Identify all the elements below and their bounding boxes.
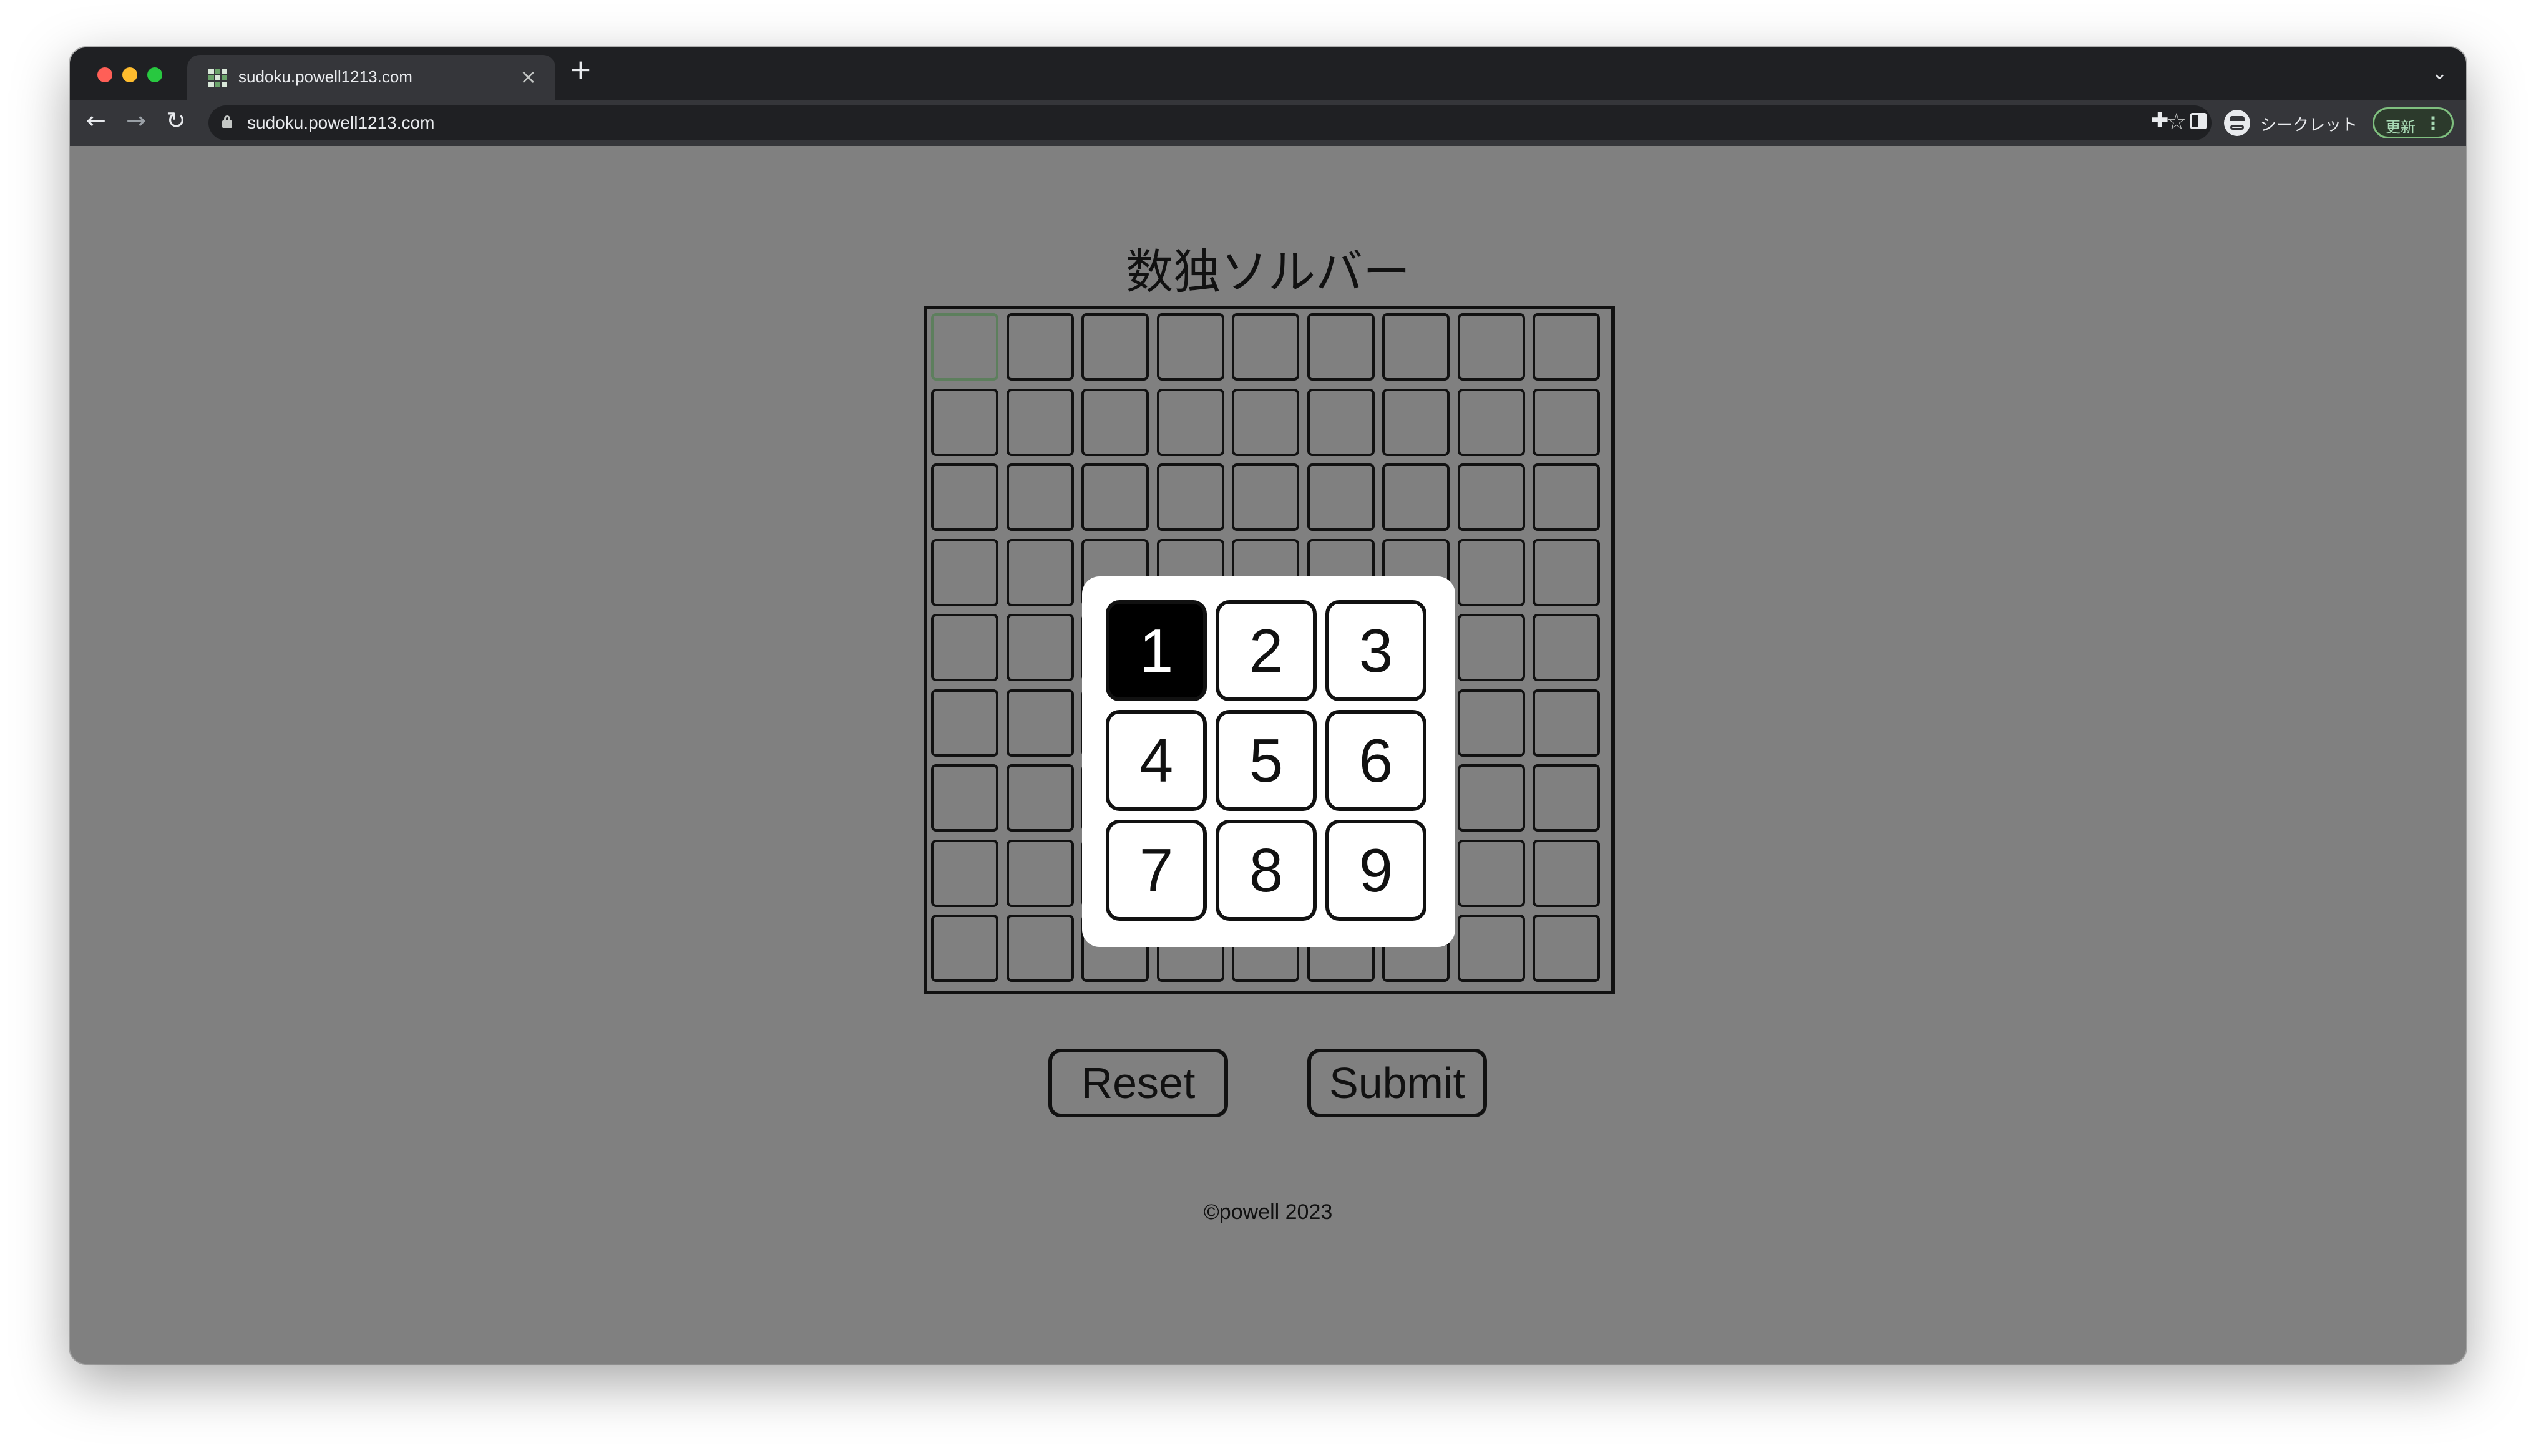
number-button-6[interactable]: 6	[1325, 710, 1426, 811]
number-button-8[interactable]: 8	[1216, 820, 1317, 921]
sudoku-cell[interactable]	[931, 689, 998, 757]
side-panel-icon[interactable]	[2190, 113, 2207, 129]
sudoku-cell[interactable]	[1457, 388, 1525, 456]
sudoku-cell[interactable]	[1533, 538, 1600, 606]
sudoku-cell[interactable]	[1006, 915, 1074, 982]
lock-icon[interactable]	[222, 115, 232, 128]
sudoku-cell[interactable]	[1232, 463, 1299, 531]
number-button-2[interactable]: 2	[1216, 600, 1317, 701]
sudoku-cell[interactable]	[931, 764, 998, 832]
sudoku-cell[interactable]	[1006, 388, 1074, 456]
sudoku-cell[interactable]	[1457, 839, 1525, 907]
back-arrow-icon[interactable]: ←	[86, 109, 106, 132]
sudoku-cell[interactable]	[1382, 463, 1450, 531]
sudoku-cell[interactable]	[931, 839, 998, 907]
sudoku-cell[interactable]	[1006, 538, 1074, 606]
address-bar[interactable]: sudoku.powell1213.com ☆	[208, 105, 2212, 140]
sudoku-cell[interactable]	[1006, 463, 1074, 531]
kebab-menu-icon[interactable]: ⋮	[2424, 113, 2442, 133]
sudoku-cell[interactable]	[1457, 313, 1525, 381]
minimize-window-button[interactable]	[122, 67, 137, 82]
sudoku-cell[interactable]	[1081, 463, 1149, 531]
number-button-9[interactable]: 9	[1325, 820, 1426, 921]
submit-button[interactable]: Submit	[1307, 1049, 1487, 1117]
number-button-3[interactable]: 3	[1325, 600, 1426, 701]
url-text[interactable]: sudoku.powell1213.com	[247, 113, 434, 133]
sudoku-cell[interactable]	[1533, 764, 1600, 832]
sudoku-cell[interactable]	[931, 388, 998, 456]
sudoku-cell[interactable]	[1156, 463, 1224, 531]
sudoku-cell[interactable]	[1382, 313, 1450, 381]
sudoku-cell[interactable]	[1307, 463, 1375, 531]
incognito-label[interactable]: シークレット	[2260, 112, 2358, 135]
sudoku-cell[interactable]	[1533, 388, 1600, 456]
favicon-icon	[208, 69, 227, 87]
sudoku-cell[interactable]	[1006, 839, 1074, 907]
extensions-icon[interactable]: ✚	[2151, 110, 2169, 131]
sudoku-cell[interactable]	[931, 915, 998, 982]
sudoku-cell[interactable]	[1232, 388, 1299, 456]
chevron-down-icon[interactable]: ⌄	[2432, 62, 2447, 84]
toolbar: ← → ↻ sudoku.powell1213.com ☆ ✚ シークレット 更…	[70, 100, 2466, 148]
forward-arrow-icon[interactable]: →	[126, 109, 146, 132]
sudoku-cell[interactable]	[1533, 689, 1600, 757]
incognito-icon[interactable]	[2224, 110, 2250, 136]
browser-tab[interactable]: sudoku.powell1213.com ×	[187, 55, 555, 100]
sudoku-cell[interactable]	[931, 538, 998, 606]
sudoku-cell[interactable]	[1457, 689, 1525, 757]
sudoku-cell[interactable]	[1457, 614, 1525, 681]
sudoku-cell[interactable]	[1006, 689, 1074, 757]
sudoku-cell[interactable]	[1307, 313, 1375, 381]
sudoku-cell[interactable]	[1006, 764, 1074, 832]
sudoku-cell[interactable]	[1006, 614, 1074, 681]
maximize-window-button[interactable]	[147, 67, 162, 82]
number-button-5[interactable]: 5	[1216, 710, 1317, 811]
close-icon[interactable]: ×	[520, 65, 537, 89]
close-window-button[interactable]	[97, 67, 112, 82]
sudoku-cell[interactable]	[1533, 614, 1600, 681]
number-button-4[interactable]: 4	[1106, 710, 1207, 811]
sudoku-cell[interactable]	[1232, 313, 1299, 381]
tab-bar: sudoku.powell1213.com × + ⌄	[70, 47, 2466, 100]
number-button-1[interactable]: 1	[1106, 600, 1207, 701]
sudoku-cell[interactable]	[1156, 388, 1224, 456]
tab-title: sudoku.powell1213.com	[238, 67, 412, 86]
sudoku-cell[interactable]	[1533, 915, 1600, 982]
sudoku-cell[interactable]	[1457, 463, 1525, 531]
plus-icon[interactable]: +	[569, 56, 592, 84]
sudoku-cell[interactable]	[1006, 313, 1074, 381]
reload-icon[interactable]: ↻	[166, 109, 186, 132]
sudoku-cell[interactable]	[1533, 463, 1600, 531]
browser-window: sudoku.powell1213.com × + ⌄ ← → ↻ sudoku…	[70, 47, 2466, 1364]
number-picker: 123 456 789	[1082, 576, 1455, 947]
sudoku-cell[interactable]	[1081, 388, 1149, 456]
sudoku-cell[interactable]	[1307, 388, 1375, 456]
sudoku-cell[interactable]	[931, 313, 998, 381]
sudoku-cell[interactable]	[1457, 538, 1525, 606]
footer-copyright: ©powell 2023	[1203, 1200, 1333, 1224]
sudoku-cell[interactable]	[931, 463, 998, 531]
sudoku-cell[interactable]	[1457, 915, 1525, 982]
update-label: 更新	[2386, 119, 2416, 136]
update-button[interactable]: 更新 ⋮	[2373, 107, 2454, 138]
reset-button[interactable]: Reset	[1048, 1049, 1228, 1117]
number-button-7[interactable]: 7	[1106, 820, 1207, 921]
sudoku-cell[interactable]	[1533, 313, 1600, 381]
page-content: 数独ソルバー 123 456 789 Reset Submit ©powell 20…	[70, 146, 2466, 1364]
sudoku-cell[interactable]	[1081, 313, 1149, 381]
sudoku-cell[interactable]	[1382, 388, 1450, 456]
star-icon[interactable]: ☆	[2167, 109, 2187, 135]
sudoku-cell[interactable]	[1533, 839, 1600, 907]
sudoku-cell[interactable]	[931, 614, 998, 681]
sudoku-cell[interactable]	[1457, 764, 1525, 832]
page-title: 数独ソルバー	[1126, 244, 1410, 299]
sudoku-cell[interactable]	[1156, 313, 1224, 381]
